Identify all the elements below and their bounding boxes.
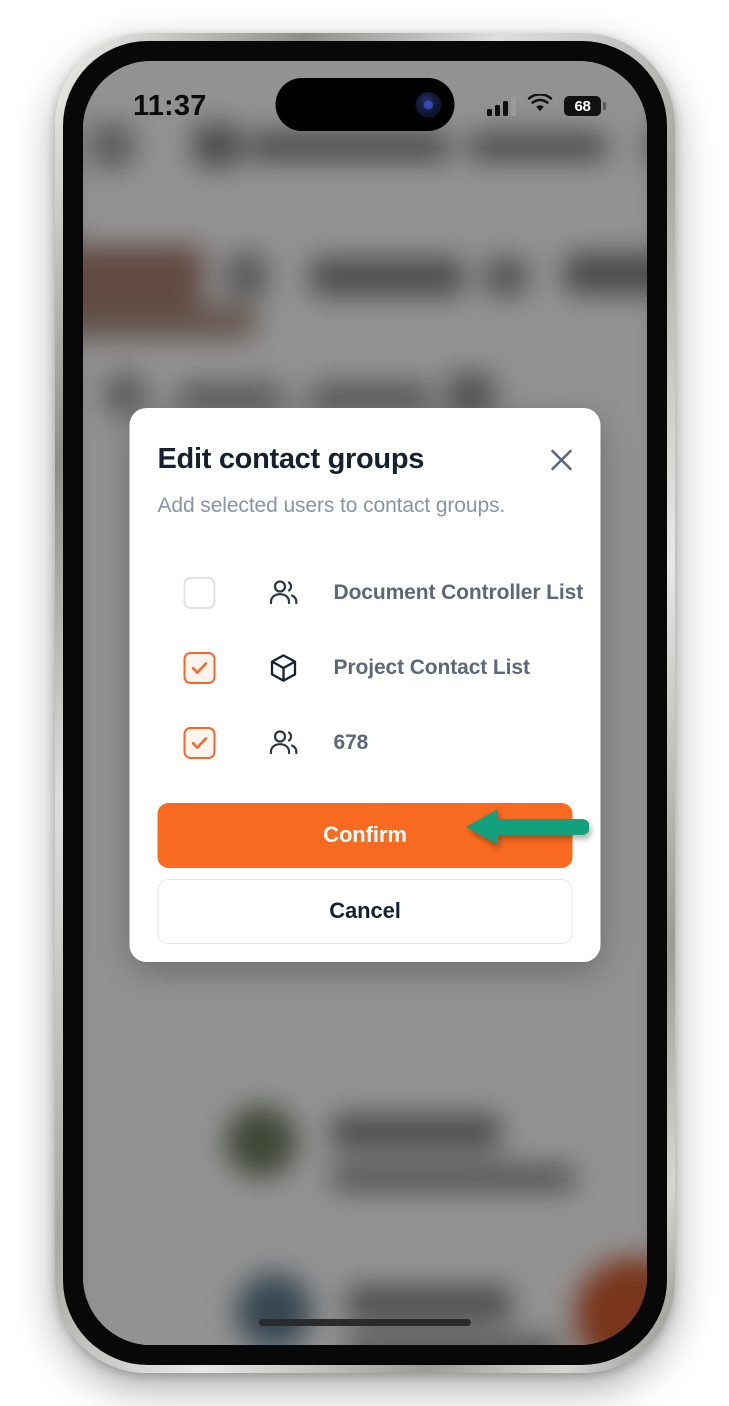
list-item[interactable]: 678 bbox=[158, 706, 573, 781]
cellular-signal-icon bbox=[487, 96, 516, 116]
front-camera-icon bbox=[415, 91, 442, 118]
list-item-label: Project Contact List bbox=[333, 656, 530, 680]
battery-indicator: 68 bbox=[564, 96, 606, 116]
annotation-arrow bbox=[464, 805, 590, 854]
users-group-icon bbox=[264, 573, 304, 613]
close-button[interactable] bbox=[545, 443, 579, 477]
dynamic-island bbox=[275, 78, 455, 131]
list-item[interactable]: Document Controller List bbox=[158, 556, 583, 631]
phone-frame: 11:37 68 Edit contact groups Add selecte… bbox=[55, 33, 675, 1373]
edit-contact-groups-dialog: Edit contact groups Add selected users t… bbox=[129, 408, 601, 962]
dialog-subtitle: Add selected users to contact groups. bbox=[157, 493, 506, 517]
close-icon bbox=[549, 447, 575, 473]
dialog-header: Edit contact groups Add selected users t… bbox=[130, 442, 601, 518]
group-checkbox-678[interactable] bbox=[183, 727, 216, 760]
list-item[interactable]: Project Contact List bbox=[158, 631, 573, 706]
battery-level-text: 68 bbox=[574, 97, 591, 115]
status-indicators: 68 bbox=[487, 93, 606, 118]
group-checkbox-document-controller-list[interactable] bbox=[183, 577, 216, 610]
page-title: Edit contact groups bbox=[157, 443, 425, 475]
list-item-label: Document Controller List bbox=[333, 581, 584, 605]
phone-bezel: 11:37 68 Edit contact groups Add selecte… bbox=[63, 41, 667, 1365]
users-group-icon bbox=[264, 723, 304, 763]
cancel-button[interactable]: Cancel bbox=[157, 878, 573, 944]
status-time: 11:37 bbox=[133, 89, 207, 122]
contact-group-list: Document Controller List Project Contact… bbox=[130, 556, 601, 781]
left-pointing-arrow-icon bbox=[464, 809, 590, 853]
phone-screen: 11:37 68 Edit contact groups Add selecte… bbox=[83, 61, 647, 1345]
wifi-icon bbox=[527, 93, 553, 118]
group-checkbox-project-contact-list[interactable] bbox=[183, 652, 216, 685]
screenshot-stage: 11:37 68 Edit contact groups Add selecte… bbox=[0, 0, 729, 1406]
home-indicator bbox=[259, 1319, 471, 1326]
list-item-label: 678 bbox=[333, 731, 369, 755]
cube-icon bbox=[264, 648, 304, 688]
